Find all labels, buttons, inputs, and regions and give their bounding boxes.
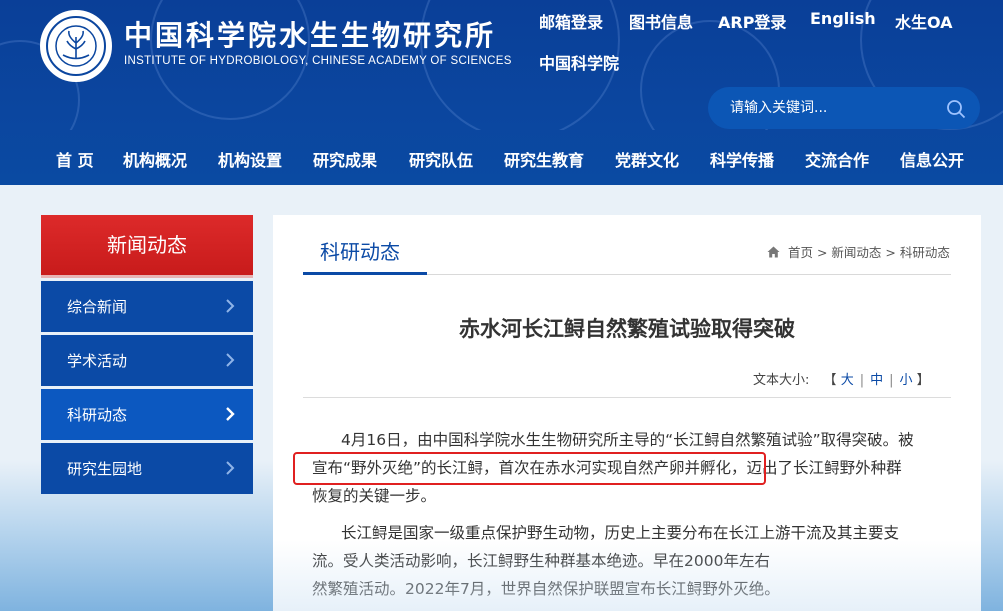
sidebar-heading: 新闻动态 bbox=[41, 215, 253, 278]
nav-overview[interactable]: 机构概况 bbox=[123, 147, 187, 171]
article-paragraph-line: 流。受人类活动影响，长江鲟野生种群基本绝迹。早在2000年左右 bbox=[312, 552, 770, 570]
font-size-label: 文本大小: bbox=[753, 373, 810, 388]
breadcrumb: 首页 > 新闻动态 > 科研动态 bbox=[767, 242, 950, 261]
home-icon bbox=[767, 246, 780, 258]
font-size-bracket-close: 】 bbox=[916, 373, 930, 388]
institute-seal-icon[interactable] bbox=[40, 10, 112, 82]
chevron-right-icon bbox=[226, 407, 235, 421]
top-link-oa[interactable]: 水生OA bbox=[895, 9, 953, 33]
sidebar-item-graduate-corner[interactable]: 研究生园地 bbox=[41, 443, 253, 494]
site-header: 中国科学院水生生物研究所 INSTITUTE OF HYDROBIOLOGY, … bbox=[0, 0, 1003, 185]
section-title: 科研动态 bbox=[320, 240, 400, 264]
breadcrumb-text[interactable]: 首页 > 新闻动态 > 科研动态 bbox=[788, 245, 950, 260]
nav-home[interactable]: 首 页 bbox=[56, 147, 94, 171]
font-size-small-button[interactable]: 小 bbox=[900, 373, 913, 388]
section-title-underline bbox=[303, 272, 427, 275]
article-title: 赤水河长江鲟自然繁殖试验取得突破 bbox=[459, 317, 795, 341]
article-paragraph-line: 恢复的关键一步。 bbox=[312, 487, 437, 505]
sidebar: 新闻动态 综合新闻 学术活动 科研动态 研究生园地 bbox=[41, 215, 253, 494]
chevron-right-icon bbox=[226, 461, 235, 475]
nav-departments[interactable]: 机构设置 bbox=[218, 147, 282, 171]
chevron-right-icon bbox=[226, 299, 235, 313]
search-icon[interactable] bbox=[946, 99, 966, 119]
font-size-control: 文本大小: 【 大 | 中 | 小 】 bbox=[753, 373, 930, 388]
nav-information-disclosure[interactable]: 信息公开 bbox=[900, 147, 964, 171]
sidebar-item-label: 研究生园地 bbox=[67, 460, 143, 478]
article-paragraph-line: 4月16日，由中国科学院水生生物研究所主导的“长江鲟自然繁殖试验”取得突破。被 bbox=[341, 431, 914, 449]
sidebar-item-research-news[interactable]: 科研动态 bbox=[41, 389, 253, 440]
search-input[interactable] bbox=[730, 95, 930, 121]
sidebar-item-label: 综合新闻 bbox=[67, 298, 128, 316]
chevron-right-icon bbox=[226, 353, 235, 367]
site-title-chinese: 中国科学院水生生物研究所 bbox=[124, 19, 497, 52]
top-link-library[interactable]: 图书信息 bbox=[629, 9, 693, 33]
article-divider bbox=[303, 397, 951, 398]
nav-research-team[interactable]: 研究队伍 bbox=[409, 147, 473, 171]
sidebar-item-label: 科研动态 bbox=[67, 406, 128, 424]
main-content: 科研动态 首页 > 新闻动态 > 科研动态 赤水河长江鲟自然繁殖试验取得突破 文… bbox=[273, 215, 981, 611]
nav-exchange[interactable]: 交流合作 bbox=[805, 147, 869, 171]
font-size-medium-button[interactable]: 中 bbox=[870, 373, 883, 388]
font-size-bracket-open: 【 bbox=[823, 373, 837, 388]
sidebar-item-academic-activities[interactable]: 学术活动 bbox=[41, 335, 253, 386]
article-paragraph-line: 然繁殖活动。2022年7月，世界自然保护联盟宣布长江鲟野外灭绝。 bbox=[312, 580, 780, 598]
search-box bbox=[708, 87, 980, 129]
main-nav: 首 页 机构概况 机构设置 研究成果 研究队伍 研究生教育 党群文化 科学传播 … bbox=[0, 130, 1003, 185]
nav-graduate-education[interactable]: 研究生教育 bbox=[504, 147, 584, 171]
nav-research-results[interactable]: 研究成果 bbox=[313, 147, 377, 171]
site-title-english: INSTITUTE OF HYDROBIOLOGY, CHINESE ACADE… bbox=[124, 55, 512, 67]
article-paragraph-line: 长江鲟是国家一级重点保护野生动物，历史上主要分布在长江上游干流及其主要支 bbox=[341, 524, 900, 542]
nav-party-culture[interactable]: 党群文化 bbox=[615, 147, 679, 171]
top-link-arp-login[interactable]: ARP登录 bbox=[718, 9, 786, 33]
top-link-cas[interactable]: 中国科学院 bbox=[539, 50, 619, 74]
top-link-english[interactable]: English bbox=[810, 9, 876, 28]
sidebar-item-label: 学术活动 bbox=[67, 352, 128, 370]
nav-science-communication[interactable]: 科学传播 bbox=[710, 147, 774, 171]
article-paragraph-line: 宣布“野外灭绝”的长江鲟，首次在赤水河实现自然产卵并孵化，迈出了长江鲟野外种群 bbox=[312, 459, 902, 477]
font-size-large-button[interactable]: 大 bbox=[841, 373, 854, 388]
sidebar-item-general-news[interactable]: 综合新闻 bbox=[41, 281, 253, 332]
top-link-mail-login[interactable]: 邮箱登录 bbox=[539, 9, 603, 33]
